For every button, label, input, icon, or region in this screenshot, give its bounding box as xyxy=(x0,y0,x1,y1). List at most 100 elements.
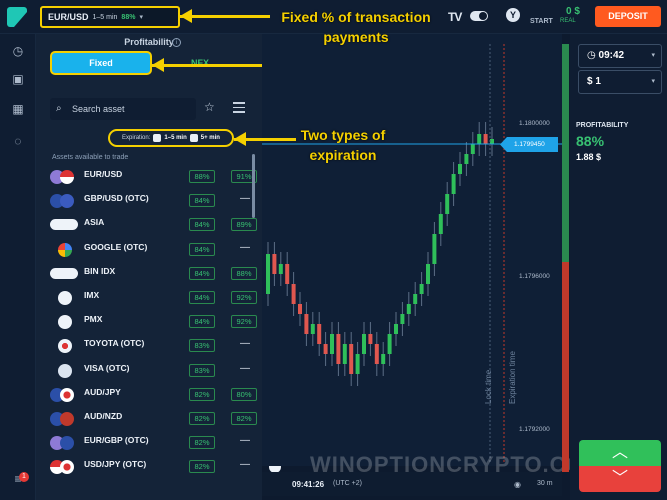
clock-icon: ◷ xyxy=(587,50,599,61)
wallet-icon[interactable]: ▣ xyxy=(11,72,25,86)
candle xyxy=(349,344,354,374)
payout-amount: 1.88 $ xyxy=(576,152,602,162)
toyota-icon xyxy=(58,339,72,354)
deposit-button[interactable]: DEPOSIT xyxy=(595,6,661,27)
expiration-checkbox-short[interactable] xyxy=(153,134,162,142)
list-item[interactable]: EUR/USD 88% 91% xyxy=(44,166,281,190)
payout-short: 82% xyxy=(189,387,215,401)
list-item[interactable]: TOYOTA (OTC) 83% — xyxy=(44,335,281,359)
payout-long: 92% xyxy=(231,290,257,304)
list-item[interactable]: VISA (OTC) 83% — xyxy=(44,360,281,384)
start-label[interactable]: START xyxy=(530,18,553,25)
current-price-tag: 1.1799450 xyxy=(500,137,558,152)
annotation-fixed: Fixed % of transaction payments xyxy=(281,9,431,45)
chat-icon[interactable]: ◌ xyxy=(11,134,25,148)
search-input[interactable]: ⌕ Search asset xyxy=(50,98,196,120)
expiration-filter: Expiration: 1–5 min 5+ min xyxy=(108,129,234,147)
call-button[interactable]: ︿ xyxy=(579,440,661,466)
search-icon: ⌕ xyxy=(56,103,62,114)
assets-available-label: Assets available to trade xyxy=(52,154,129,161)
coin-icon[interactable]: Y xyxy=(506,8,520,22)
asset-name: GOOGLE (OTC) xyxy=(84,241,148,252)
chart-mode-toggle[interactable] xyxy=(470,11,488,21)
candle xyxy=(464,154,469,164)
candle xyxy=(483,134,488,144)
google-icon xyxy=(58,242,72,257)
list-item[interactable]: IMX 84% 92% xyxy=(44,287,281,311)
list-item[interactable]: USD/JPY (OTC) 82% — xyxy=(44,456,281,480)
timeframe-label[interactable]: 30 m xyxy=(537,480,553,487)
candle xyxy=(400,314,405,324)
candle xyxy=(432,234,437,264)
payout-short: 84% xyxy=(189,290,215,304)
candle xyxy=(285,264,290,284)
payout-short: 84% xyxy=(189,315,215,329)
timezone-label[interactable]: (UTC +2) xyxy=(333,480,362,487)
asset-name: BIN IDX xyxy=(84,265,116,276)
trade-amount-input[interactable]: $ 1 ▾ xyxy=(578,70,662,94)
account-type[interactable]: REAL xyxy=(560,18,576,24)
tradingview-icon: TV xyxy=(448,10,462,24)
expiration-time-label: Expiration time xyxy=(508,351,517,404)
candle xyxy=(406,304,411,314)
trade-panel: ◷ 09:42 ▾ $ 1 ▾ PROFITABILITY 88% 1.88 $ xyxy=(570,34,667,500)
asset-name: PMX xyxy=(84,314,103,325)
annotation-arrow-head xyxy=(180,9,192,23)
favorites-star-icon[interactable]: ☆ xyxy=(204,100,215,114)
candle xyxy=(413,294,418,304)
price-axis-label: 1.1796000 xyxy=(519,273,550,280)
asset-panel: Profitability i Fixed NFX ⌕ Search asset… xyxy=(36,34,281,500)
asset-name: USD/JPY (OTC) xyxy=(84,459,147,470)
payout-short: 82% xyxy=(189,460,215,474)
search-placeholder: Search asset xyxy=(72,104,125,114)
asset-name: ASIA xyxy=(84,217,105,228)
list-item[interactable]: GBP/USD (OTC) 84% — xyxy=(44,190,281,214)
put-button[interactable]: ﹀ xyxy=(579,466,661,492)
expiration-checkbox-long[interactable] xyxy=(189,134,198,142)
payout-long: — xyxy=(240,435,250,447)
candle xyxy=(342,344,347,364)
asset-name: TOYOTA (OTC) xyxy=(84,338,145,349)
calendar-icon[interactable]: ▦ xyxy=(11,102,25,116)
list-item[interactable]: AUD/NZD 82% 82% xyxy=(44,408,281,432)
annotation-arrow xyxy=(152,64,262,67)
info-icon[interactable]: i xyxy=(172,38,181,47)
payout-long: — xyxy=(240,362,250,374)
candle xyxy=(266,254,270,294)
eye-icon[interactable]: ◉ xyxy=(514,480,521,489)
candle xyxy=(438,214,443,234)
candle xyxy=(419,284,424,294)
asset-name: EUR/USD xyxy=(84,169,123,179)
brand-logo[interactable] xyxy=(7,7,27,27)
sell-sentiment-bar xyxy=(562,262,569,472)
list-item[interactable]: BIN IDX 84% 88% xyxy=(44,263,281,287)
tab-fixed[interactable]: Fixed xyxy=(50,51,152,75)
asset-list-scrollbar[interactable] xyxy=(252,154,255,218)
history-icon[interactable]: ◷ xyxy=(11,44,25,58)
list-item[interactable]: EUR/GBP (OTC) 82% — xyxy=(44,432,281,456)
filter-icon[interactable] xyxy=(233,102,245,114)
candle xyxy=(426,264,430,284)
payout-short: 83% xyxy=(189,339,215,353)
payout-long: — xyxy=(240,241,250,253)
server-time: 09:41:26 xyxy=(292,480,325,489)
list-item[interactable]: AUD/JPY 82% 80% xyxy=(44,384,281,408)
list-item[interactable]: ASIA 84% 89% xyxy=(44,214,281,238)
asset-selector[interactable]: EUR/USD 1–5 min 88% ▾ xyxy=(40,6,180,28)
balance-value[interactable]: 0 $ xyxy=(566,6,580,17)
expiration-option-short: 1–5 min xyxy=(164,135,187,141)
left-rail: ◷ ▣ ▦ ◌ ≡ 1 xyxy=(0,34,36,500)
buy-sentiment-bar xyxy=(562,44,569,262)
chevron-down-icon: ▾ xyxy=(651,78,655,85)
expiry-time-input[interactable]: ◷ 09:42 ▾ xyxy=(578,44,662,68)
list-item[interactable]: GOOGLE (OTC) 84% — xyxy=(44,239,281,263)
list-item[interactable]: PMX 84% 92% xyxy=(44,311,281,335)
index-icon xyxy=(58,290,72,305)
price-chart[interactable] xyxy=(262,34,562,466)
payout-short: 84% xyxy=(189,266,215,280)
chevron-up-icon: ︿ xyxy=(611,444,628,461)
candle xyxy=(304,314,309,334)
visa-icon xyxy=(58,363,72,378)
currency-flags-icon xyxy=(50,460,78,475)
tab-nfx[interactable]: NFX xyxy=(154,51,246,75)
